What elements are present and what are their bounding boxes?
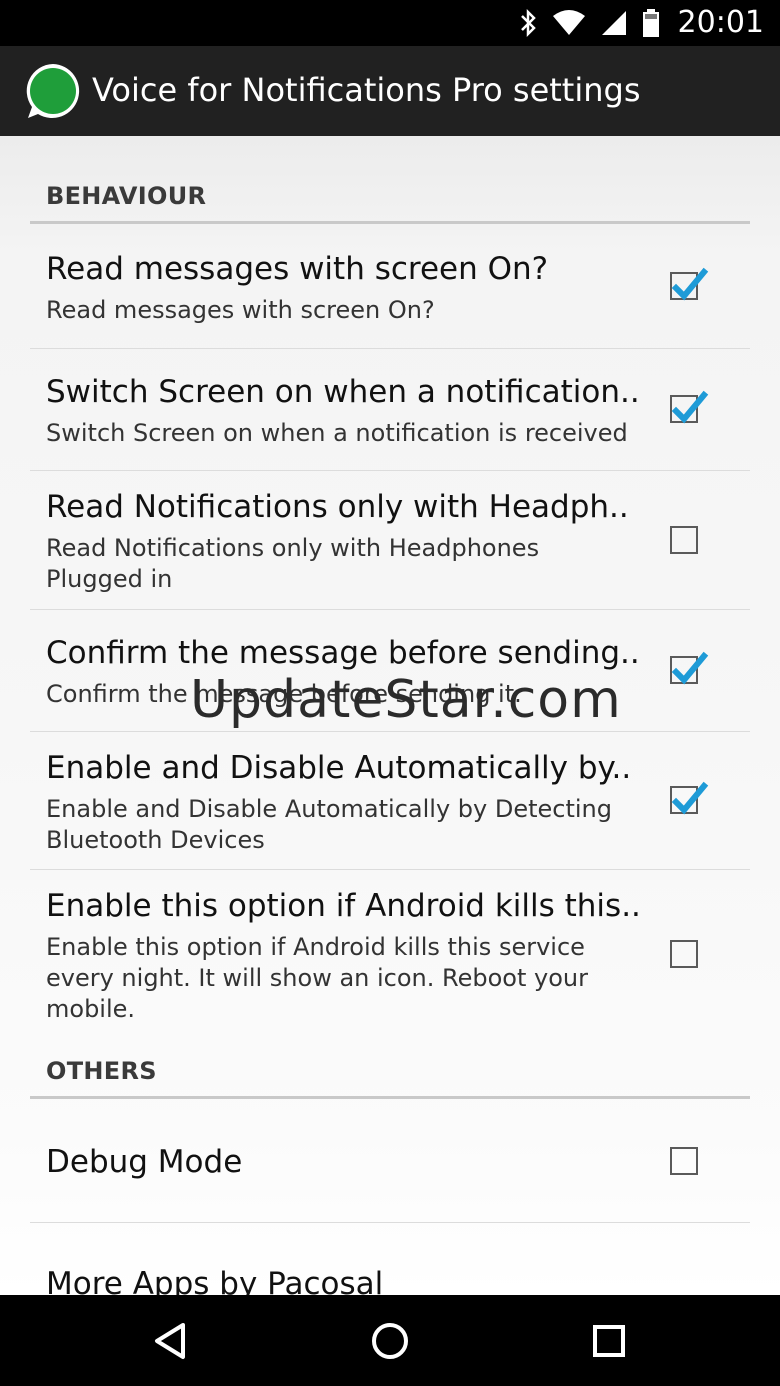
bluetooth-icon xyxy=(521,8,536,38)
checkbox-checked[interactable] xyxy=(670,651,709,685)
checkbox-unchecked[interactable] xyxy=(670,526,698,554)
section-header-behaviour: BEHAVIOUR xyxy=(46,182,207,210)
pref-bluetooth-auto[interactable]: Enable and Disable Automatically by.. En… xyxy=(30,732,750,870)
pref-more-apps[interactable]: More Apps by Pacosal xyxy=(30,1223,750,1295)
pref-debug-mode[interactable]: Debug Mode xyxy=(30,1099,750,1223)
section-divider xyxy=(30,221,750,224)
checkmark-icon xyxy=(671,390,709,424)
section-header-others: OTHERS xyxy=(46,1057,157,1085)
home-icon[interactable] xyxy=(364,1315,416,1367)
settings-list[interactable]: BEHAVIOUR Read messages with screen On? … xyxy=(0,136,780,1295)
status-icons xyxy=(518,8,660,38)
pref-title: More Apps by Pacosal xyxy=(46,1266,384,1295)
checkbox-checked[interactable] xyxy=(670,267,709,301)
pref-title: Switch Screen on when a notification.. xyxy=(46,374,640,410)
pref-summary: Read Notifications only with Headphones … xyxy=(46,534,540,593)
checkbox-checked[interactable] xyxy=(670,390,709,424)
status-bar: 20:01 xyxy=(0,0,780,46)
pref-title: Read Notifications only with Headph.. xyxy=(46,489,629,525)
pref-title: Enable and Disable Automatically by.. xyxy=(46,750,632,786)
navigation-bar xyxy=(0,1295,780,1386)
pref-summary: Read messages with screen On? xyxy=(46,296,435,324)
checkbox-checked[interactable] xyxy=(670,781,709,815)
page-title: Voice for Notifications Pro settings xyxy=(92,71,641,109)
pref-headphones-only[interactable]: Read Notifications only with Headph.. Re… xyxy=(30,471,750,610)
back-icon[interactable] xyxy=(145,1315,197,1367)
action-bar: Voice for Notifications Pro settings xyxy=(0,46,780,136)
checkmark-icon xyxy=(671,267,709,301)
battery-icon xyxy=(643,9,659,37)
pref-summary: Confirm the message before sending it. xyxy=(46,680,522,708)
pref-summary: Enable this option if Android kills this… xyxy=(46,933,588,1023)
pref-title: Debug Mode xyxy=(46,1144,243,1180)
status-time: 20:01 xyxy=(677,5,764,40)
checkbox-unchecked[interactable] xyxy=(670,1147,698,1175)
pref-android-kills-service[interactable]: Enable this option if Android kills this… xyxy=(30,870,750,1040)
wifi-icon xyxy=(553,10,585,35)
pref-title: Enable this option if Android kills this… xyxy=(46,888,641,924)
pref-read-with-screen-on[interactable]: Read messages with screen On? Read messa… xyxy=(30,226,750,349)
checkmark-icon xyxy=(671,651,709,685)
pref-summary: Switch Screen on when a notification is … xyxy=(46,419,628,447)
pref-confirm-before-sending[interactable]: Confirm the message before sending.. Con… xyxy=(30,610,750,732)
checkbox-unchecked[interactable] xyxy=(670,940,698,968)
pref-title: Confirm the message before sending.. xyxy=(46,635,640,671)
app-logo-icon[interactable] xyxy=(24,62,82,120)
checkmark-icon xyxy=(671,781,709,815)
signal-icon xyxy=(602,11,626,35)
pref-summary: Enable and Disable Automatically by Dete… xyxy=(46,795,612,854)
recents-icon[interactable] xyxy=(583,1315,635,1367)
pref-switch-screen-on[interactable]: Switch Screen on when a notification.. S… xyxy=(30,349,750,471)
pref-title: Read messages with screen On? xyxy=(46,251,549,287)
